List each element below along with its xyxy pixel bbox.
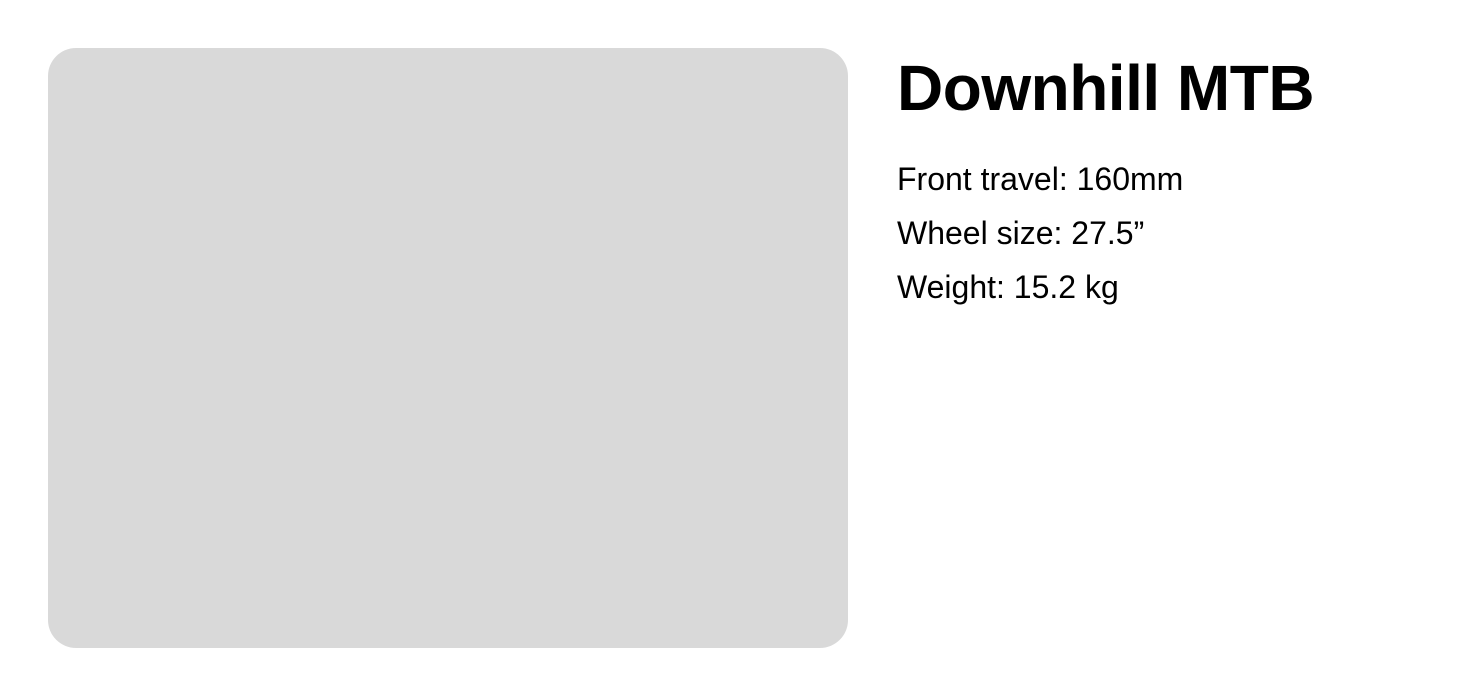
product-details: Downhill MTB Front travel: 160mm Wheel s… [897,48,1457,314]
product-title: Downhill MTB [897,52,1315,124]
spec-wheel-size: Wheel size: 27.5” [897,215,1145,251]
spec-front-travel: Front travel: 160mm [897,161,1184,197]
product-image-placeholder [48,48,848,648]
spec-list: Front travel: 160mm Wheel size: 27.5” We… [897,152,1457,314]
product-card: Downhill MTB Front travel: 160mm Wheel s… [0,0,1480,696]
spec-weight: Weight: 15.2 kg [897,269,1119,305]
